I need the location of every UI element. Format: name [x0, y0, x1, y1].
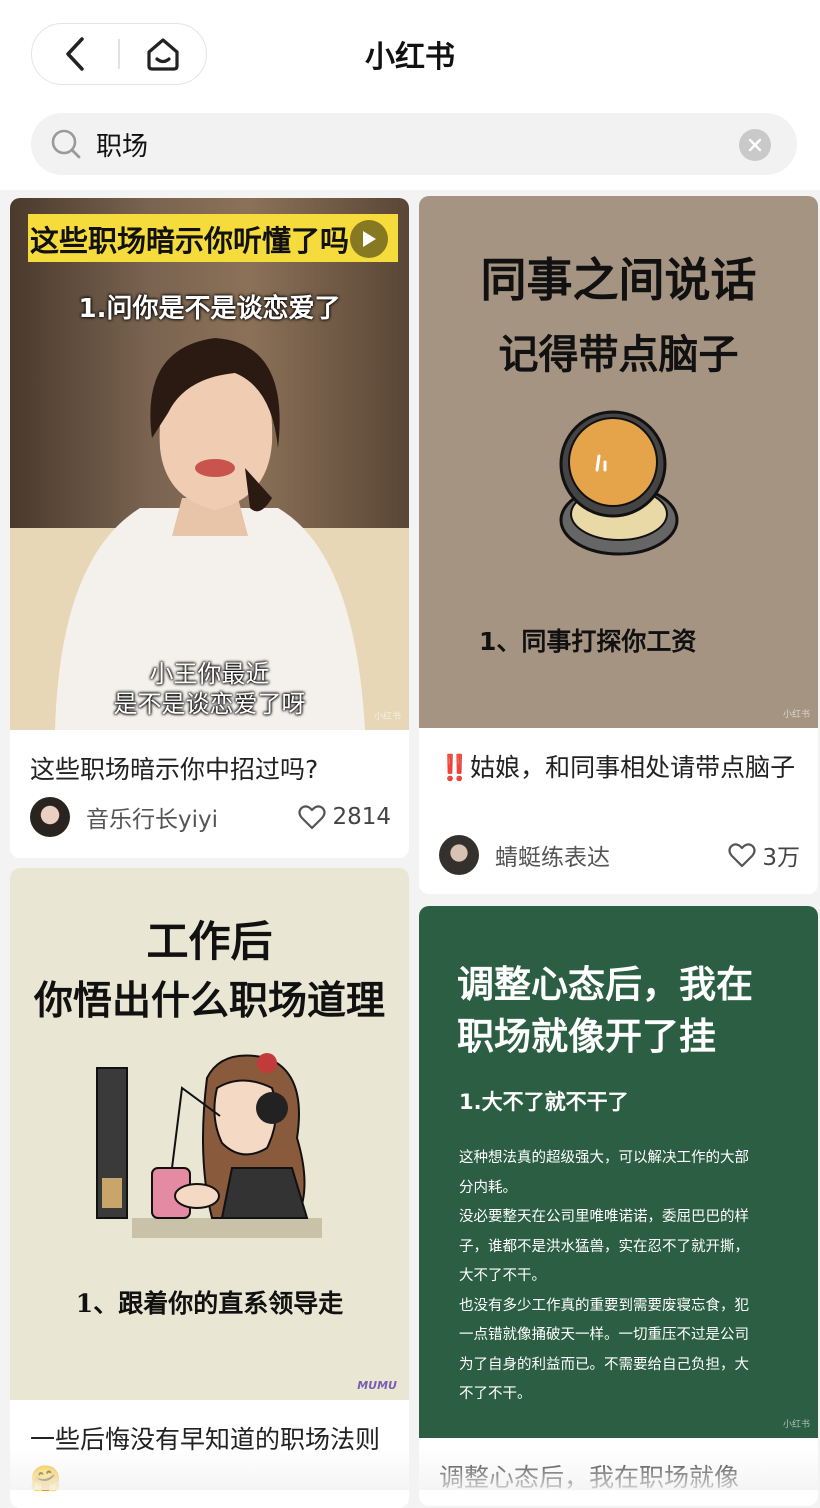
- watermark: 小红书: [782, 710, 810, 720]
- note-meta: 蜻蜓练表达 3万: [439, 834, 800, 876]
- search-input[interactable]: [94, 128, 678, 160]
- cover-body-line: 这种想法真的超级强大，可以解决工作的大部: [459, 1150, 749, 1166]
- girl-drinking-illustration: [96, 1053, 322, 1238]
- home-button[interactable]: [120, 24, 206, 84]
- cover-subheading: 记得带点脑子: [498, 332, 739, 378]
- cover-heading: 同事之间说话: [480, 253, 757, 307]
- author-name[interactable]: 蜻蜓练表达: [495, 838, 728, 872]
- cover-body-line: 不了不干。: [459, 1386, 532, 1402]
- bottom-fade: [0, 1448, 820, 1490]
- cover-body-line: 分内耗。: [459, 1179, 517, 1196]
- play-icon: [363, 231, 376, 247]
- close-icon: [748, 138, 762, 152]
- cover-body-line: 大不了不干。: [459, 1268, 546, 1284]
- heart-icon: [728, 843, 756, 868]
- like-count: 2814: [332, 804, 391, 830]
- video-caption: 这些职场暗示你听懂了吗: [30, 224, 350, 258]
- cover-heading: 调整心态后，我在: [457, 963, 753, 1006]
- cover-body-line: 一点错就像捅破天一样。一切重压不过是公司: [459, 1327, 749, 1343]
- note-title[interactable]: ‼️姑娘，和同事相处请带点脑子: [439, 748, 800, 787]
- search-bar[interactable]: [31, 113, 797, 175]
- cover-point: 1、跟着你的直系领导走: [75, 1289, 344, 1318]
- cover-subheading: 你悟出什么职场道理: [33, 979, 385, 1024]
- heart-icon: [298, 805, 327, 830]
- clear-search-button[interactable]: [739, 129, 771, 161]
- note-cover-video[interactable]: 这些职场暗示你听懂了吗 1.问你是不是谈恋爱了 小王你最近 是不是谈恋爱了呀 小…: [10, 198, 409, 730]
- watermark: 小红书: [782, 1420, 810, 1430]
- cover-body-line: 也没有多少工作真的重要到需要废寝忘食，犯: [459, 1297, 749, 1314]
- note-title[interactable]: 这些职场暗示你中招过吗?: [30, 750, 391, 789]
- cover-body-line: 子，谁都不是洪水猛兽，实在忍不了就开撕，: [459, 1238, 749, 1255]
- note-cover[interactable]: 调整心态后，我在 职场就像开了挂 1.大不了就不干了 这种想法真的超级强大，可以…: [419, 906, 818, 1438]
- chevron-left-icon: [66, 37, 84, 71]
- cover-body-line: 没必要整天在公司里唯唯诺诺，委屈巴巴的样: [459, 1209, 749, 1225]
- top-bar: 小红书: [0, 0, 820, 190]
- search-icon: [51, 129, 81, 159]
- speaker-figure: [55, 338, 365, 730]
- avatar[interactable]: [439, 835, 479, 875]
- note-meta: 音乐行长yiyi 2814: [30, 796, 391, 838]
- cover-heading: 工作后: [146, 917, 273, 966]
- note-cover[interactable]: 工作后 你悟出什么职场道理 1、跟着你的直系领导走 MUMU: [10, 868, 409, 1400]
- cover-subheading: 职场就像开了挂: [457, 1015, 716, 1058]
- note-cover[interactable]: 同事之间说话 记得带点脑子 1、同事打探你工资 小红书: [419, 196, 818, 728]
- note-card[interactable]: 调整心态后，我在 职场就像开了挂 1.大不了就不干了 这种想法真的超级强大，可以…: [419, 906, 818, 1506]
- cover-body-text: 这种想法真的超级强大，可以解决工作的大部 分内耗。没必要整天在公司里唯唯诺诺，委屈…: [459, 1144, 799, 1410]
- avatar[interactable]: [30, 797, 70, 837]
- compact-mirror-illustration: [559, 410, 679, 556]
- back-button[interactable]: [32, 24, 118, 84]
- like-button[interactable]: 2814: [298, 804, 391, 830]
- note-card[interactable]: 这些职场暗示你听懂了吗 1.问你是不是谈恋爱了 小王你最近 是不是谈恋爱了呀 小…: [10, 198, 409, 858]
- artist-signature: MUMU: [357, 1379, 397, 1392]
- note-card[interactable]: 工作后 你悟出什么职场道理 1、跟着你的直系领导走 MUMU 一些后悔没有早知道…: [10, 868, 409, 1508]
- home-icon: [146, 38, 179, 71]
- nav-capsule: [31, 23, 207, 85]
- note-card[interactable]: 同事之间说话 记得带点脑子 1、同事打探你工资 小红书 ‼️姑娘，和同事相处请带…: [419, 196, 818, 894]
- cover-point: 1、同事打探你工资: [479, 627, 697, 656]
- subtitle-line: 是不是谈恋爱了呀: [113, 690, 306, 718]
- watermark: 小红书: [373, 712, 401, 722]
- cover-point: 1.大不了就不干了: [459, 1090, 629, 1114]
- author-name[interactable]: 音乐行长yiyi: [86, 800, 298, 834]
- cover-body-line: 为了自身的利益而已。不需要给自己负担，大: [459, 1356, 749, 1373]
- play-button[interactable]: [350, 220, 388, 258]
- like-button[interactable]: 3万: [728, 838, 800, 872]
- like-count: 3万: [762, 845, 800, 871]
- cover-heading: 1.问你是不是谈恋爱了: [78, 294, 341, 324]
